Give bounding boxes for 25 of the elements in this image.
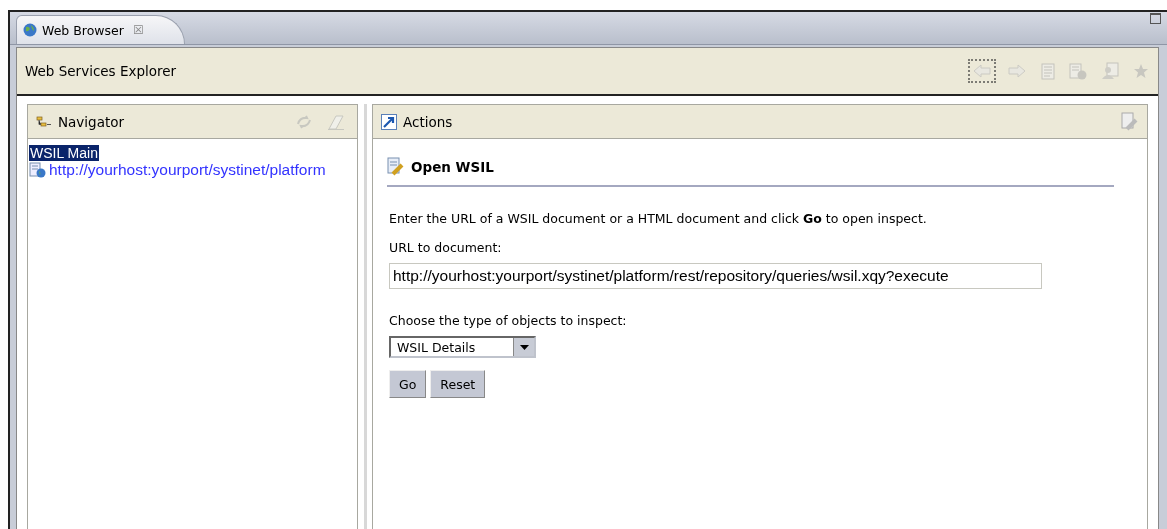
document-globe-icon (29, 162, 46, 178)
panel-title: Actions (403, 113, 453, 130)
instructions-text: Enter the URL of a WSIL document or a HTML document and click Go to open inspect. (389, 211, 928, 226)
reset-button[interactable]: Reset (430, 370, 486, 398)
explorer-title: Web Services Explorer (25, 63, 177, 79)
caret-icon (519, 344, 529, 350)
field-label: URL to document: (389, 240, 503, 255)
type-dropdown[interactable]: WSIL Details (389, 336, 536, 358)
globe-icon (23, 23, 37, 37)
section-heading: Open WSIL (411, 159, 494, 175)
field-label: Choose the type of objects to inspect: (389, 313, 628, 328)
sync-icon[interactable] (295, 113, 313, 130)
tab-title: Web Browser (42, 22, 124, 38)
tree-icon (36, 115, 52, 128)
eraser-icon[interactable] (327, 113, 345, 130)
tree-item[interactable]: WSIL Main (29, 145, 99, 161)
tree-link[interactable]: http://yourhost:yourport/systinet/platform (29, 161, 327, 179)
browser-tab[interactable]: Web Browser ☒ (16, 15, 185, 44)
document-chain-icon[interactable] (1121, 111, 1139, 132)
url-field[interactable]: http://yourhost:yourport/systinet/platform/rest/repository/queries/wsil.xqy?execute (389, 263, 1042, 289)
arrow-icon (381, 113, 397, 130)
panel-title: Navigator (58, 113, 125, 130)
document-chain-icon (387, 157, 405, 177)
maximize-icon[interactable] (1150, 13, 1161, 24)
go-button[interactable]: Go (389, 370, 427, 398)
